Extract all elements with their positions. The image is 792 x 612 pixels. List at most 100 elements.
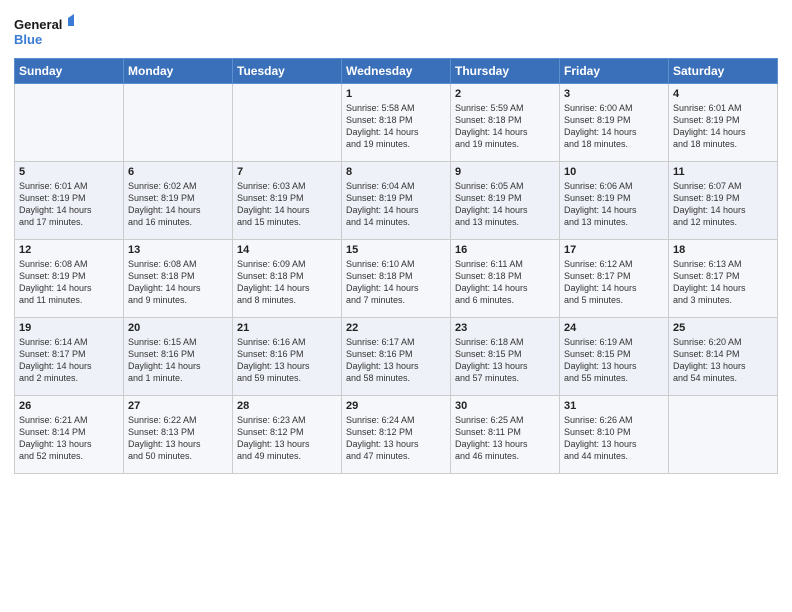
- svg-text:General: General: [14, 17, 62, 32]
- day-number: 27: [128, 400, 228, 412]
- day-info: Sunrise: 6:05 AM Sunset: 8:19 PM Dayligh…: [455, 180, 555, 229]
- day-number: 17: [564, 244, 664, 256]
- weekday-header: Monday: [124, 59, 233, 84]
- calendar-cell: 28 Sunrise: 6:23 AM Sunset: 8:12 PM Dayli…: [233, 396, 342, 474]
- day-info: Sunrise: 6:24 AM Sunset: 8:12 PM Dayligh…: [346, 414, 446, 463]
- day-info: Sunrise: 6:21 AM Sunset: 8:14 PM Dayligh…: [19, 414, 119, 463]
- calendar-cell: [233, 84, 342, 162]
- calendar-cell: 11 Sunrise: 6:07 AM Sunset: 8:19 PM Dayli…: [669, 162, 778, 240]
- day-number: 7: [237, 166, 337, 178]
- calendar-cell: 12Sunrise: 6:08 AM Sunset: 8:19 PM Dayli…: [15, 240, 124, 318]
- day-info: Sunrise: 6:08 AM Sunset: 8:18 PM Dayligh…: [128, 258, 228, 307]
- calendar-cell: 8 Sunrise: 6:04 AM Sunset: 8:19 PM Daylig…: [342, 162, 451, 240]
- calendar-week-row: 19 Sunrise: 6:14 AM Sunset: 8:17 PM Dayli…: [15, 318, 778, 396]
- day-info: Sunrise: 6:14 AM Sunset: 8:17 PM Dayligh…: [19, 336, 119, 385]
- calendar-cell: 29 Sunrise: 6:24 AM Sunset: 8:12 PM Dayli…: [342, 396, 451, 474]
- day-info: Sunrise: 6:00 AM Sunset: 8:19 PM Dayligh…: [564, 102, 664, 151]
- day-info: Sunrise: 5:58 AM Sunset: 8:18 PM Dayligh…: [346, 102, 446, 151]
- calendar-cell: 4Sunrise: 6:01 AM Sunset: 8:19 PM Daylig…: [669, 84, 778, 162]
- calendar-cell: 21 Sunrise: 6:16 AM Sunset: 8:16 PM Dayli…: [233, 318, 342, 396]
- day-info: Sunrise: 6:20 AM Sunset: 8:14 PM Dayligh…: [673, 336, 773, 385]
- day-number: 24: [564, 322, 664, 334]
- day-number: 12: [19, 244, 119, 256]
- calendar-cell: 6Sunrise: 6:02 AM Sunset: 8:19 PM Daylig…: [124, 162, 233, 240]
- day-number: 10: [564, 166, 664, 178]
- calendar-cell: 16 Sunrise: 6:11 AM Sunset: 8:18 PM Dayli…: [451, 240, 560, 318]
- day-info: Sunrise: 6:22 AM Sunset: 8:13 PM Dayligh…: [128, 414, 228, 463]
- day-number: 30: [455, 400, 555, 412]
- page-container: General Blue SundayMondayTuesdayWednesda…: [0, 0, 792, 484]
- day-info: Sunrise: 6:23 AM Sunset: 8:12 PM Dayligh…: [237, 414, 337, 463]
- day-number: 1: [346, 88, 446, 100]
- day-info: Sunrise: 6:16 AM Sunset: 8:16 PM Dayligh…: [237, 336, 337, 385]
- day-info: Sunrise: 6:19 AM Sunset: 8:15 PM Dayligh…: [564, 336, 664, 385]
- calendar-cell: 18 Sunrise: 6:13 AM Sunset: 8:17 PM Dayli…: [669, 240, 778, 318]
- calendar-cell: 31 Sunrise: 6:26 AM Sunset: 8:10 PM Dayli…: [560, 396, 669, 474]
- day-number: 9: [455, 166, 555, 178]
- day-number: 3: [564, 88, 664, 100]
- calendar-cell: 24 Sunrise: 6:19 AM Sunset: 8:15 PM Dayli…: [560, 318, 669, 396]
- day-number: 2: [455, 88, 555, 100]
- day-info: Sunrise: 5:59 AM Sunset: 8:18 PM Dayligh…: [455, 102, 555, 151]
- day-info: Sunrise: 6:15 AM Sunset: 8:16 PM Dayligh…: [128, 336, 228, 385]
- day-number: 29: [346, 400, 446, 412]
- calendar-cell: 2 Sunrise: 5:59 AM Sunset: 8:18 PM Daylig…: [451, 84, 560, 162]
- calendar-cell: 20 Sunrise: 6:15 AM Sunset: 8:16 PM Dayli…: [124, 318, 233, 396]
- day-info: Sunrise: 6:02 AM Sunset: 8:19 PM Dayligh…: [128, 180, 228, 229]
- calendar-cell: 1 Sunrise: 5:58 AM Sunset: 8:18 PM Daylig…: [342, 84, 451, 162]
- calendar-cell: 25 Sunrise: 6:20 AM Sunset: 8:14 PM Dayli…: [669, 318, 778, 396]
- day-number: 5: [19, 166, 119, 178]
- day-info: Sunrise: 6:26 AM Sunset: 8:10 PM Dayligh…: [564, 414, 664, 463]
- day-info: Sunrise: 6:10 AM Sunset: 8:18 PM Dayligh…: [346, 258, 446, 307]
- calendar-cell: 14Sunrise: 6:09 AM Sunset: 8:18 PM Dayli…: [233, 240, 342, 318]
- logo: General Blue: [14, 14, 74, 52]
- day-info: Sunrise: 6:12 AM Sunset: 8:17 PM Dayligh…: [564, 258, 664, 307]
- calendar-cell: 19 Sunrise: 6:14 AM Sunset: 8:17 PM Dayli…: [15, 318, 124, 396]
- calendar-cell: 27 Sunrise: 6:22 AM Sunset: 8:13 PM Dayli…: [124, 396, 233, 474]
- day-info: Sunrise: 6:11 AM Sunset: 8:18 PM Dayligh…: [455, 258, 555, 307]
- calendar-cell: 23Sunrise: 6:18 AM Sunset: 8:15 PM Dayli…: [451, 318, 560, 396]
- day-info: Sunrise: 6:17 AM Sunset: 8:16 PM Dayligh…: [346, 336, 446, 385]
- weekday-header: Friday: [560, 59, 669, 84]
- calendar-cell: [124, 84, 233, 162]
- calendar-cell: 15 Sunrise: 6:10 AM Sunset: 8:18 PM Dayli…: [342, 240, 451, 318]
- calendar-table: SundayMondayTuesdayWednesdayThursdayFrid…: [14, 58, 778, 474]
- day-number: 18: [673, 244, 773, 256]
- day-info: Sunrise: 6:18 AM Sunset: 8:15 PM Dayligh…: [455, 336, 555, 385]
- weekday-header: Saturday: [669, 59, 778, 84]
- day-number: 11: [673, 166, 773, 178]
- calendar-cell: [15, 84, 124, 162]
- day-info: Sunrise: 6:03 AM Sunset: 8:19 PM Dayligh…: [237, 180, 337, 229]
- calendar-cell: 5Sunrise: 6:01 AM Sunset: 8:19 PM Daylig…: [15, 162, 124, 240]
- day-info: Sunrise: 6:07 AM Sunset: 8:19 PM Dayligh…: [673, 180, 773, 229]
- calendar-cell: 13 Sunrise: 6:08 AM Sunset: 8:18 PM Dayli…: [124, 240, 233, 318]
- day-number: 14: [237, 244, 337, 256]
- day-number: 8: [346, 166, 446, 178]
- calendar-cell: 7 Sunrise: 6:03 AM Sunset: 8:19 PM Daylig…: [233, 162, 342, 240]
- header: General Blue: [14, 10, 778, 52]
- calendar-cell: [669, 396, 778, 474]
- calendar-cell: 22Sunrise: 6:17 AM Sunset: 8:16 PM Dayli…: [342, 318, 451, 396]
- day-number: 20: [128, 322, 228, 334]
- weekday-header: Thursday: [451, 59, 560, 84]
- weekday-header-row: SundayMondayTuesdayWednesdayThursdayFrid…: [15, 59, 778, 84]
- day-info: Sunrise: 6:06 AM Sunset: 8:19 PM Dayligh…: [564, 180, 664, 229]
- day-info: Sunrise: 6:13 AM Sunset: 8:17 PM Dayligh…: [673, 258, 773, 307]
- calendar-cell: 30Sunrise: 6:25 AM Sunset: 8:11 PM Dayli…: [451, 396, 560, 474]
- day-number: 15: [346, 244, 446, 256]
- calendar-cell: 17 Sunrise: 6:12 AM Sunset: 8:17 PM Dayli…: [560, 240, 669, 318]
- day-number: 25: [673, 322, 773, 334]
- day-number: 16: [455, 244, 555, 256]
- day-number: 21: [237, 322, 337, 334]
- weekday-header: Tuesday: [233, 59, 342, 84]
- logo-svg: General Blue: [14, 14, 74, 52]
- calendar-week-row: 5Sunrise: 6:01 AM Sunset: 8:19 PM Daylig…: [15, 162, 778, 240]
- day-number: 31: [564, 400, 664, 412]
- day-number: 28: [237, 400, 337, 412]
- day-number: 4: [673, 88, 773, 100]
- day-number: 26: [19, 400, 119, 412]
- weekday-header: Wednesday: [342, 59, 451, 84]
- day-number: 19: [19, 322, 119, 334]
- day-number: 13: [128, 244, 228, 256]
- day-info: Sunrise: 6:04 AM Sunset: 8:19 PM Dayligh…: [346, 180, 446, 229]
